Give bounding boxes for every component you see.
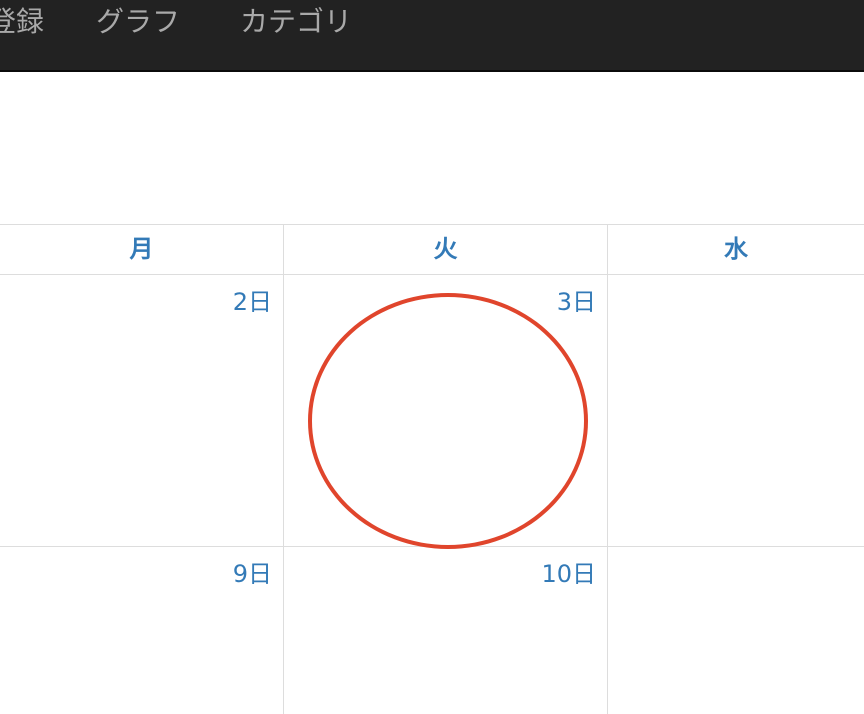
nav-item-register[interactable]: 登録 <box>0 4 44 40</box>
nav-item-category[interactable]: カテゴリ <box>240 4 352 40</box>
day-number: 10日 <box>541 560 596 588</box>
day-cell-11[interactable] <box>607 547 864 714</box>
nav-item-graph[interactable]: グラフ <box>96 4 180 40</box>
weekday-wednesday: 水 <box>607 225 864 274</box>
day-cell-10[interactable]: 10日 <box>283 547 607 714</box>
day-cell-4[interactable] <box>607 275 864 546</box>
weekday-tuesday: 火 <box>283 225 607 274</box>
day-number: 2日 <box>232 288 272 316</box>
day-number: 9日 <box>232 560 272 588</box>
calendar: 月 火 水 2日 3日 9日 10日 <box>0 224 864 714</box>
day-cell-3[interactable]: 3日 <box>283 275 607 549</box>
weekday-monday: 月 <box>129 235 154 263</box>
circle-stamp-icon <box>308 293 588 549</box>
day-cell-2[interactable]: 2日 <box>0 275 283 546</box>
top-navbar: 登録 グラフ カテゴリ <box>0 0 864 72</box>
day-number: 3日 <box>556 288 596 316</box>
week-row: 9日 10日 <box>0 547 864 714</box>
day-cell-9[interactable]: 9日 <box>0 547 283 714</box>
week-row: 2日 3日 <box>0 275 864 549</box>
weekday-header-row: 月 火 水 <box>0 224 864 275</box>
